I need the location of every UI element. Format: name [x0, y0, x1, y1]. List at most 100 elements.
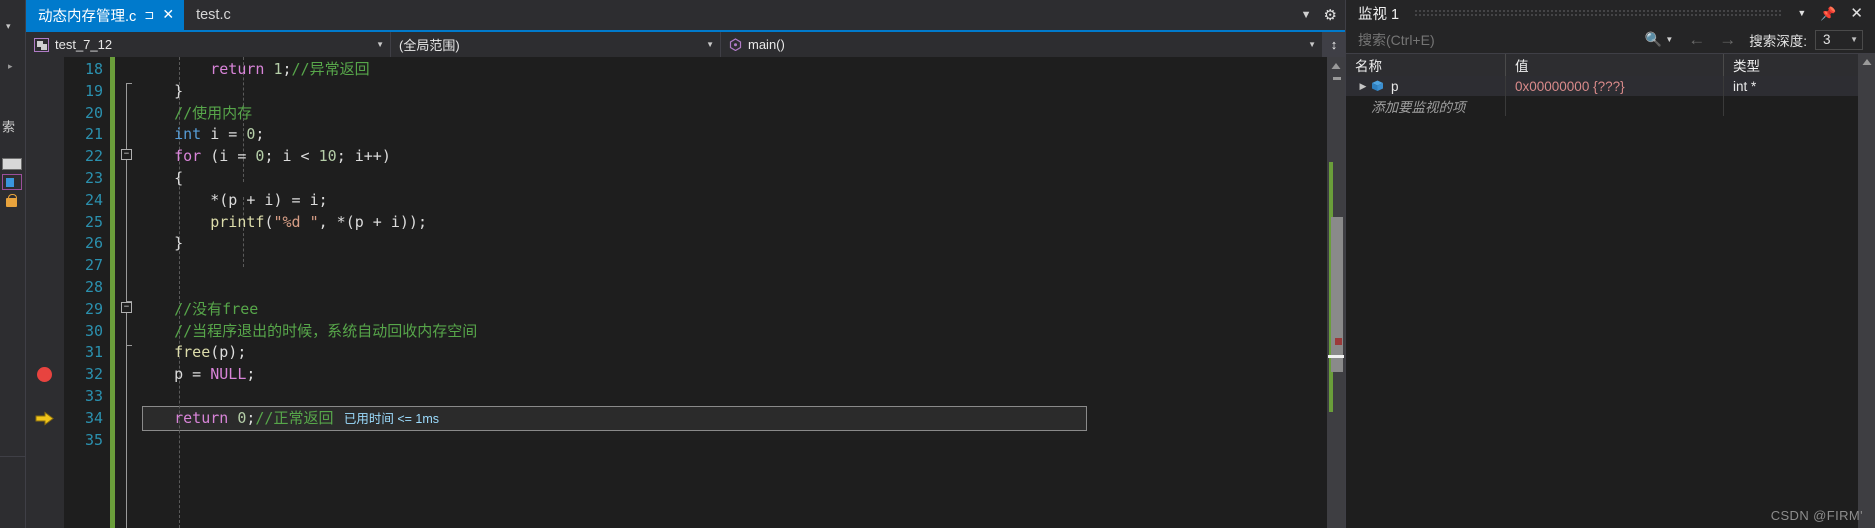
code-token: ; i <: [264, 147, 319, 166]
watch-row-name-cell[interactable]: ▶ p: [1346, 76, 1506, 96]
breakpoint-icon[interactable]: [37, 367, 52, 383]
navbar-scope-dropdown[interactable]: (全局范围) ▼: [391, 32, 721, 57]
watch-row-value-cell[interactable]: 0x00000000 {???}: [1506, 76, 1724, 96]
chevron-down-icon[interactable]: ▼: [1301, 9, 1312, 21]
scroll-collapse-icon[interactable]: [1333, 77, 1341, 80]
watch-panel-buttons: ▼ 📌 ✕: [1797, 5, 1875, 21]
code-token: i =: [201, 125, 247, 144]
column-header-name[interactable]: 名称: [1346, 54, 1506, 76]
watch-row-type-cell: int *: [1724, 76, 1858, 96]
code-token: //使用内存: [174, 103, 253, 122]
code-token: //异常返回: [291, 60, 370, 78]
gear-icon[interactable]: ⚙: [1324, 6, 1337, 24]
line-number: 26: [84, 234, 103, 253]
tab-label: test.c: [196, 7, 231, 23]
watch-panel: 监视 1 ▼ 📌 ✕ 🔍 ▼ ← → 搜索深度: 3 ▼ 名称: [1346, 0, 1875, 528]
strip-toolbox-icon[interactable]: [2, 174, 22, 190]
line-number: 30: [84, 321, 103, 340]
code-line[interactable]: printf("%d ", *(p + i));: [138, 212, 1327, 234]
code-line[interactable]: *(p + i) = i;: [138, 190, 1327, 212]
navbar-project-label: test_7_12: [55, 37, 113, 52]
code-line[interactable]: }: [138, 81, 1327, 103]
watch-search-bar: 🔍 ▼ ← → 搜索深度: 3 ▼: [1346, 26, 1875, 54]
code-token: return: [174, 408, 229, 427]
navbar-member-dropdown[interactable]: main() ▼: [721, 32, 1323, 57]
code-line[interactable]: for (i = 0; i < 10; i++): [138, 146, 1327, 168]
scrollbar-thumb[interactable]: [1331, 217, 1343, 372]
search-options-chevron-down-icon[interactable]: ▼: [1663, 35, 1681, 44]
watch-vertical-scrollbar[interactable]: [1858, 54, 1875, 528]
add-watch-row[interactable]: 添加要监视的项: [1346, 96, 1858, 116]
chevron-down-icon[interactable]: ▼: [1797, 8, 1806, 18]
line-number: 20: [84, 103, 103, 122]
chevron-down-icon[interactable]: ▼: [366, 40, 384, 49]
code-line[interactable]: [138, 386, 1327, 408]
method-icon: [729, 38, 742, 51]
elapsed-time-datatip: 已用时间 <= 1ms: [333, 411, 440, 426]
table-row[interactable]: ▶ p 0x00000000 {???} int *: [1346, 76, 1858, 96]
code-line[interactable]: //当程序退出的时候，系统自动回收内存空间: [138, 321, 1327, 343]
arrow-right-icon[interactable]: →: [1712, 31, 1743, 48]
editor-column: 动态内存管理.c ⊐ ✕ test.c ▼ ⚙ test_7_12 ▼ (全局范…: [26, 0, 1346, 528]
watch-panel-title: 监视 1: [1358, 6, 1400, 23]
search-depth-stepper[interactable]: 3 ▼: [1815, 29, 1863, 50]
code-folding-gutter[interactable]: − −: [116, 57, 138, 528]
code-line[interactable]: //使用内存: [138, 103, 1327, 125]
code-text-area[interactable]: return 1;//异常返回 } //使用内存 int i = 0; for …: [138, 57, 1327, 528]
fold-toggle-for-22[interactable]: −: [121, 149, 132, 160]
strip-bottom-area: [0, 456, 25, 528]
add-watch-type-cell: [1724, 96, 1858, 116]
magnifier-icon[interactable]: 🔍: [1643, 31, 1663, 48]
close-icon[interactable]: ✕: [162, 8, 174, 22]
column-header-type[interactable]: 类型: [1724, 54, 1858, 76]
panel-drag-grip[interactable]: [1415, 9, 1782, 17]
chevron-down-icon[interactable]: ▼: [1842, 35, 1858, 44]
code-line[interactable]: }: [138, 233, 1327, 255]
tab-test-c[interactable]: test.c: [184, 0, 241, 30]
code-line[interactable]: p = NULL;: [138, 364, 1327, 386]
code-token: ;: [255, 125, 265, 144]
code-line[interactable]: [138, 255, 1327, 277]
column-header-value[interactable]: 值: [1506, 54, 1724, 76]
code-token: return: [210, 60, 265, 78]
lock-icon[interactable]: [6, 194, 17, 207]
code-line[interactable]: {: [138, 168, 1327, 190]
strip-panel-icon[interactable]: [2, 158, 22, 170]
editor-vertical-scrollbar[interactable]: [1327, 57, 1345, 528]
code-token: NULL: [210, 365, 247, 384]
line-number: 28: [84, 277, 103, 296]
arrow-left-icon[interactable]: ←: [1681, 31, 1712, 48]
tab-dynamic-memory-c[interactable]: 动态内存管理.c ⊐ ✕: [26, 0, 185, 30]
code-line[interactable]: free(p);: [138, 342, 1327, 364]
navbar-project-dropdown[interactable]: test_7_12 ▼: [26, 32, 391, 57]
code-line[interactable]: return 0;//正常返回 已用时间 <= 1ms: [138, 408, 1327, 430]
code-line[interactable]: [138, 277, 1327, 299]
add-watch-name-cell[interactable]: 添加要监视的项: [1346, 96, 1506, 116]
line-number: 31: [84, 343, 103, 362]
watch-grid-rows: ▶ p 0x00000000 {???} int * 添加要监视的项: [1346, 76, 1858, 528]
fold-toggle-for-29[interactable]: −: [121, 302, 132, 313]
pin-icon[interactable]: 📌: [1820, 7, 1836, 20]
line-number: 35: [84, 430, 103, 449]
search-input[interactable]: [1358, 31, 1644, 48]
scroll-up-icon[interactable]: [1862, 58, 1872, 66]
navbar-scope-label: (全局范围): [399, 38, 460, 53]
split-window-icon[interactable]: ↕: [1323, 32, 1345, 57]
close-icon[interactable]: ✕: [1850, 5, 1863, 21]
scroll-up-icon[interactable]: [1331, 62, 1341, 70]
code-line[interactable]: return 1;//异常返回: [138, 59, 1327, 81]
chevron-down-icon[interactable]: ▼: [696, 40, 714, 49]
code-line[interactable]: //没有free: [138, 299, 1327, 321]
chevron-down-icon[interactable]: ▼: [1298, 40, 1316, 49]
expand-triangle-icon[interactable]: ▶: [1355, 81, 1371, 92]
code-line[interactable]: [138, 430, 1327, 452]
code-editor-surface[interactable]: 18 19 20 21 22 23 24 25 26 27 28 29 30 31 32 33 34 35 − −…: [26, 57, 1345, 528]
code-line[interactable]: int i = 0;: [138, 124, 1327, 146]
breakpoint-gutter[interactable]: [26, 57, 64, 528]
pin-icon[interactable]: ⊐: [144, 9, 154, 21]
code-token: ;: [246, 365, 256, 384]
strip-arrow-icon[interactable]: ▸: [8, 62, 13, 71]
strip-caret-icon[interactable]: ▾: [6, 22, 11, 31]
add-watch-value-cell[interactable]: [1506, 96, 1724, 116]
